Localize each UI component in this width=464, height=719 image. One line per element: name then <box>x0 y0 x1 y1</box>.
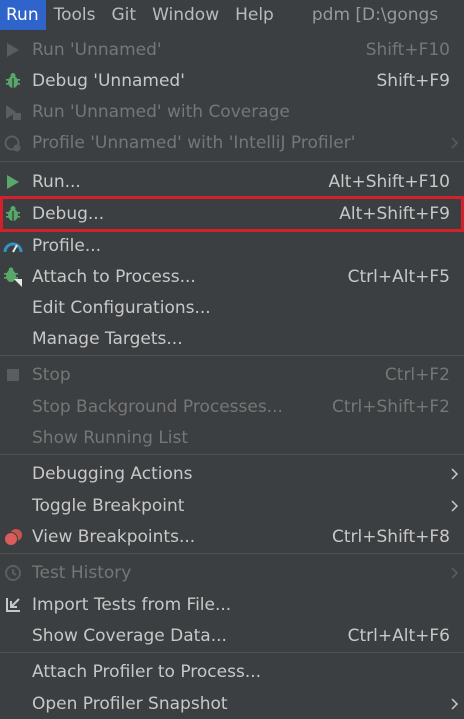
menu-item-import-tests[interactable]: Import Tests from File... <box>0 589 464 620</box>
menu-item-debugging-actions[interactable]: Debugging Actions <box>0 458 464 489</box>
menu-item-shortcut: Alt+Shift+F9 <box>339 204 450 224</box>
debug-bug-icon <box>2 196 24 232</box>
menu-item-label: Test History <box>32 562 132 583</box>
menu-separator <box>0 161 464 162</box>
menu-item-label: View Breakpoints... <box>32 526 196 547</box>
menu-help[interactable]: Help <box>227 0 282 30</box>
menu-item-stop-background[interactable]: Stop Background Processes... Ctrl+Shift+… <box>0 391 464 422</box>
menu-item-label: Attach Profiler to Process... <box>32 661 262 682</box>
menu-separator <box>0 355 464 356</box>
menu-window-label: Window <box>152 5 220 25</box>
menu-item-debug[interactable]: Debug... Alt+Shift+F9 <box>0 196 464 232</box>
menu-item-shortcut: Shift+F10 <box>365 39 450 60</box>
menu-item-label: Manage Targets... <box>32 328 183 349</box>
menu-item-label: Run... <box>32 171 81 192</box>
menu-item-toggle-breakpoint[interactable]: Toggle Breakpoint <box>0 490 464 521</box>
run-menu-dropdown: Run 'Unnamed' Shift+F10 Debug 'Unnamed' … <box>0 34 464 717</box>
breakpoints-icon <box>2 521 24 552</box>
menu-item-profile-unnamed[interactable]: Profile 'Unnamed' with 'IntelliJ Profile… <box>0 127 464 158</box>
menu-item-label: Debug... <box>32 204 105 224</box>
menu-separator <box>0 454 464 455</box>
menu-item-open-snapshot[interactable]: Open Profiler Snapshot <box>0 688 464 719</box>
menu-item-shortcut: Ctrl+Alt+F5 <box>347 266 450 287</box>
coverage-icon <box>2 96 24 127</box>
menu-separator <box>0 553 464 554</box>
menu-item-attach-process[interactable]: Attach to Process... Ctrl+Alt+F5 <box>0 261 464 292</box>
menu-item-label: Edit Configurations... <box>32 297 211 318</box>
menu-item-manage-targets[interactable]: Manage Targets... <box>0 323 464 354</box>
menu-item-label: Profile 'Unnamed' with 'IntelliJ Profile… <box>32 132 356 153</box>
menu-item-edit-configurations[interactable]: Edit Configurations... <box>0 292 464 323</box>
submenu-arrow-icon <box>450 127 460 158</box>
menu-item-label: Import Tests from File... <box>32 594 232 615</box>
menu-item-label: Stop <box>32 364 71 385</box>
submenu-arrow-icon <box>450 688 460 719</box>
profiler-gauge-icon <box>2 230 24 261</box>
menu-item-shortcut: Ctrl+F2 <box>384 364 450 385</box>
submenu-arrow-icon <box>450 490 460 521</box>
menu-item-label: Stop Background Processes... <box>32 396 283 417</box>
menu-item-label: Attach to Process... <box>32 266 196 287</box>
import-icon <box>2 589 24 620</box>
menu-tools[interactable]: Tools <box>46 0 104 30</box>
menu-item-label: Profile... <box>32 235 102 256</box>
menu-item-label: Run 'Unnamed' with Coverage <box>32 101 290 122</box>
menu-item-label: Toggle Breakpoint <box>32 495 185 516</box>
run-icon <box>2 166 24 197</box>
menu-item-view-breakpoints[interactable]: View Breakpoints... Ctrl+Shift+F8 <box>0 521 464 552</box>
submenu-arrow-icon <box>450 557 460 588</box>
menu-item-label: Run 'Unnamed' <box>32 39 162 60</box>
stop-icon <box>2 359 24 390</box>
menu-item-shortcut: Ctrl+Shift+F2 <box>332 396 450 417</box>
menu-git[interactable]: Git <box>104 0 145 30</box>
menu-separator <box>0 652 464 653</box>
run-icon <box>2 34 24 65</box>
attach-debug-icon <box>2 261 24 292</box>
menu-item-stop[interactable]: Stop Ctrl+F2 <box>0 359 464 390</box>
debug-bug-icon <box>2 65 24 96</box>
menu-item-label: Debug 'Unnamed' <box>32 70 185 91</box>
menu-item-shortcut: Alt+Shift+F10 <box>328 171 450 192</box>
menu-item-label: Show Running List <box>32 427 189 448</box>
history-clock-icon <box>2 557 24 588</box>
menu-item-debug-unnamed[interactable]: Debug 'Unnamed' Shift+F9 <box>0 65 464 96</box>
menu-item-shortcut: Shift+F9 <box>376 70 450 91</box>
menu-item-show-coverage[interactable]: Show Coverage Data... Ctrl+Alt+F6 <box>0 620 464 651</box>
menu-tools-label: Tools <box>53 5 96 25</box>
menu-item-label: Open Profiler Snapshot <box>32 693 228 714</box>
menu-bar: Run Tools Git Window Help pdm [D:\gongs <box>0 0 464 30</box>
menu-run[interactable]: Run <box>0 0 46 30</box>
menu-run-label: Run <box>6 5 39 25</box>
menu-item-shortcut: Ctrl+Shift+F8 <box>332 526 450 547</box>
menu-item-shortcut: Ctrl+Alt+F6 <box>347 625 450 646</box>
menu-item-run-unnamed[interactable]: Run 'Unnamed' Shift+F10 <box>0 34 464 65</box>
project-title: pdm [D:\gongs <box>311 5 439 25</box>
menu-item-label: Show Coverage Data... <box>32 625 227 646</box>
menu-item-label: Debugging Actions <box>32 463 193 484</box>
menu-help-label: Help <box>235 5 274 25</box>
menu-item-attach-profiler[interactable]: Attach Profiler to Process... <box>0 656 464 687</box>
menu-item-test-history[interactable]: Test History <box>0 557 464 588</box>
menu-item-run[interactable]: Run... Alt+Shift+F10 <box>0 166 464 197</box>
menu-item-run-coverage[interactable]: Run 'Unnamed' with Coverage <box>0 96 464 127</box>
submenu-arrow-icon <box>450 458 460 489</box>
menu-window[interactable]: Window <box>144 0 227 30</box>
menu-item-show-running[interactable]: Show Running List <box>0 422 464 453</box>
menu-git-label: Git <box>111 5 137 25</box>
menu-item-profile[interactable]: Profile... <box>0 230 464 261</box>
profiler-icon <box>2 127 24 158</box>
